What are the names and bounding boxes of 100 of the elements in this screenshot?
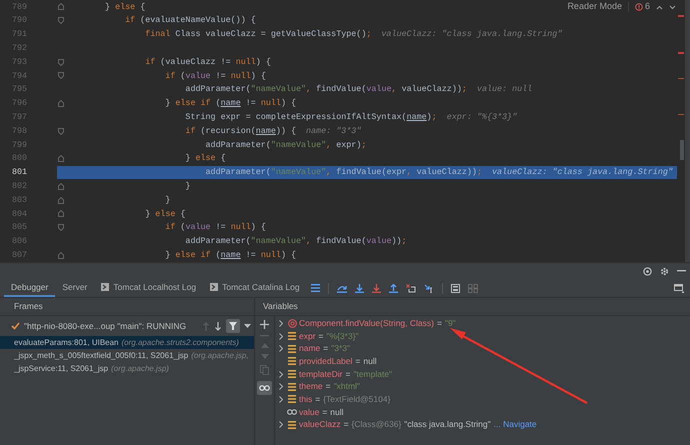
code-line: if (valueClazz != null) {	[144, 56, 271, 68]
variable-entry[interactable]: Component.findValue(String, Class) = "9"	[275, 316, 456, 330]
down-arrow-icon[interactable]	[372, 284, 381, 292]
grid-icon	[468, 284, 478, 292]
code-line: addParameter("nameValue", findValue(expr, valueClazz));	[204, 166, 482, 179]
fold-start-icon[interactable]	[58, 17, 64, 24]
line-number: 804	[11, 208, 28, 220]
variable-entry[interactable]: this = {TextField@5104}	[275, 393, 390, 406]
line-number: 798	[11, 124, 28, 138]
code-line: }	[184, 180, 190, 193]
line-number: 807	[11, 248, 28, 262]
line-number: 797	[11, 110, 28, 124]
plus-icon[interactable]	[260, 320, 269, 329]
fold-end-icon[interactable]	[58, 3, 64, 10]
fold-start-icon[interactable]	[58, 58, 64, 66]
line-number: 796	[11, 97, 28, 110]
error-icon[interactable]	[634, 3, 643, 11]
fold-end-icon[interactable]	[58, 196, 64, 204]
fold-end-icon[interactable]	[58, 252, 64, 259]
navigate-link[interactable]: ... Navigate	[494, 418, 537, 432]
filter-button[interactable]	[226, 319, 240, 333]
stack-frame[interactable]: evaluateParams:801, UIBean (org.apache.struts2.components)	[0, 336, 254, 349]
code-line: addParameter("nameValue", findValue(value, valueClazz));	[184, 83, 467, 96]
fold-end-icon[interactable]	[58, 100, 64, 107]
line-number: 803	[11, 194, 28, 206]
fold-end-icon[interactable]	[58, 155, 64, 162]
code-line: } else {	[105, 0, 146, 14]
stack-frame[interactable]: _jspx_meth_s_005ftextfield_005f0:11, S2061_jsp (org.apache.jsp,	[0, 349, 254, 362]
line-number: 805	[11, 221, 28, 234]
console-icon	[101, 283, 110, 291]
stack-frame[interactable]: _jspService:11, S2061_jsp (org.apache.jsp)	[0, 362, 254, 375]
glasses-icon	[259, 385, 270, 391]
variable-entry[interactable]: expr = "%{3*3}"	[275, 330, 359, 342]
variable-entry[interactable]: providedLabel = null	[275, 355, 377, 368]
curved-arrow-icon[interactable]	[336, 284, 347, 292]
line-number: 799	[11, 138, 28, 152]
tab[interactable]: Tomcat Localhost Log	[94, 279, 204, 297]
down-arrow-icon[interactable]	[214, 322, 222, 330]
triangle-up-icon	[260, 343, 268, 348]
tab[interactable]: Server	[55, 279, 94, 297]
thread-selector[interactable]: "http-nio-8080-exe...oup "main": RUNNING	[24, 320, 186, 332]
calculator-icon[interactable]	[450, 284, 460, 292]
reader-mode-link[interactable]: Reader Mode	[567, 0, 622, 14]
code-line: String expr = completeExpressionIfAltSyntax(name);	[184, 110, 437, 124]
expand-chevron-icon[interactable]	[278, 421, 282, 428]
target-icon[interactable]	[643, 266, 652, 276]
up-arrow-icon	[202, 322, 210, 330]
tab[interactable]: Debugger	[4, 279, 56, 297]
inline-value-hint: expr: "%{3*3}"	[446, 110, 518, 124]
copy-icon	[260, 365, 269, 375]
line-number: 793	[11, 56, 28, 68]
code-line: } else if (name != null) {	[164, 248, 296, 262]
cross-frame-icon[interactable]	[406, 284, 416, 292]
code-line: addParameter("nameValue", findValue(value));	[184, 235, 407, 248]
menu-icon[interactable]	[310, 284, 320, 292]
code-line: } else {	[144, 208, 186, 220]
fold-end-icon[interactable]	[58, 210, 64, 218]
inline-value-hint: valueClazz: "class java.lang.String"	[492, 166, 673, 179]
code-line: if (value != null) {	[164, 70, 266, 82]
layout-icon[interactable]	[674, 284, 684, 292]
code-line: if (recursion(name)) {	[184, 124, 296, 138]
inline-value-hint: value: null	[476, 83, 532, 96]
code-line: } else {	[184, 152, 226, 165]
caret-down-icon[interactable]	[669, 4, 676, 10]
variable-entry[interactable]: valueClazz = {Class@636} "class java.lang.String"	[275, 418, 491, 432]
fold-start-icon[interactable]	[58, 128, 64, 135]
variable-entry[interactable]: name = "3*3"	[275, 342, 350, 356]
minimize-icon[interactable]	[677, 270, 686, 272]
fold-start-icon[interactable]	[58, 224, 64, 232]
fold-start-icon[interactable]	[58, 72, 64, 80]
up-arrow-icon[interactable]	[388, 284, 398, 292]
code-line: addParameter("nameValue", expr);	[204, 138, 366, 152]
line-number: 790	[11, 14, 28, 27]
line-number: 794	[11, 70, 28, 82]
variable-entry[interactable]: templateDir = "template"	[275, 368, 392, 380]
tab[interactable]: Tomcat Catalina Log	[203, 279, 307, 297]
line-number: 792	[11, 42, 28, 55]
filter-icon	[229, 322, 237, 330]
settings-icon[interactable]	[660, 266, 669, 276]
down-arrow-icon[interactable]	[354, 284, 364, 292]
line-number: 806	[11, 235, 28, 248]
check-icon	[11, 322, 20, 330]
triangle-down-icon	[260, 354, 268, 359]
line-number: 791	[11, 28, 28, 41]
caret-up-icon[interactable]	[656, 4, 663, 10]
fold-end-icon[interactable]	[58, 182, 64, 190]
inline-value-hint: valueClazz: "class java.lang.String"	[381, 28, 562, 41]
line-number: 795	[11, 83, 28, 96]
variable-entry[interactable]: value = null	[275, 406, 344, 419]
code-line: if (value != null) {	[164, 221, 266, 234]
code-line: if (evaluateNameValue()) {	[124, 14, 256, 27]
inline-value-hint: name: "3*3"	[306, 124, 362, 138]
code-line: }	[164, 194, 170, 206]
panel-title: Frames	[14, 300, 43, 313]
console-icon	[210, 283, 218, 291]
cursor-arrow-icon[interactable]	[424, 284, 434, 292]
variable-entry[interactable]: theme = "xhtml"	[275, 380, 360, 394]
watches-toggle-button[interactable]	[257, 381, 272, 395]
caret-down-icon[interactable]	[244, 324, 251, 328]
line-number: 789	[11, 0, 28, 14]
